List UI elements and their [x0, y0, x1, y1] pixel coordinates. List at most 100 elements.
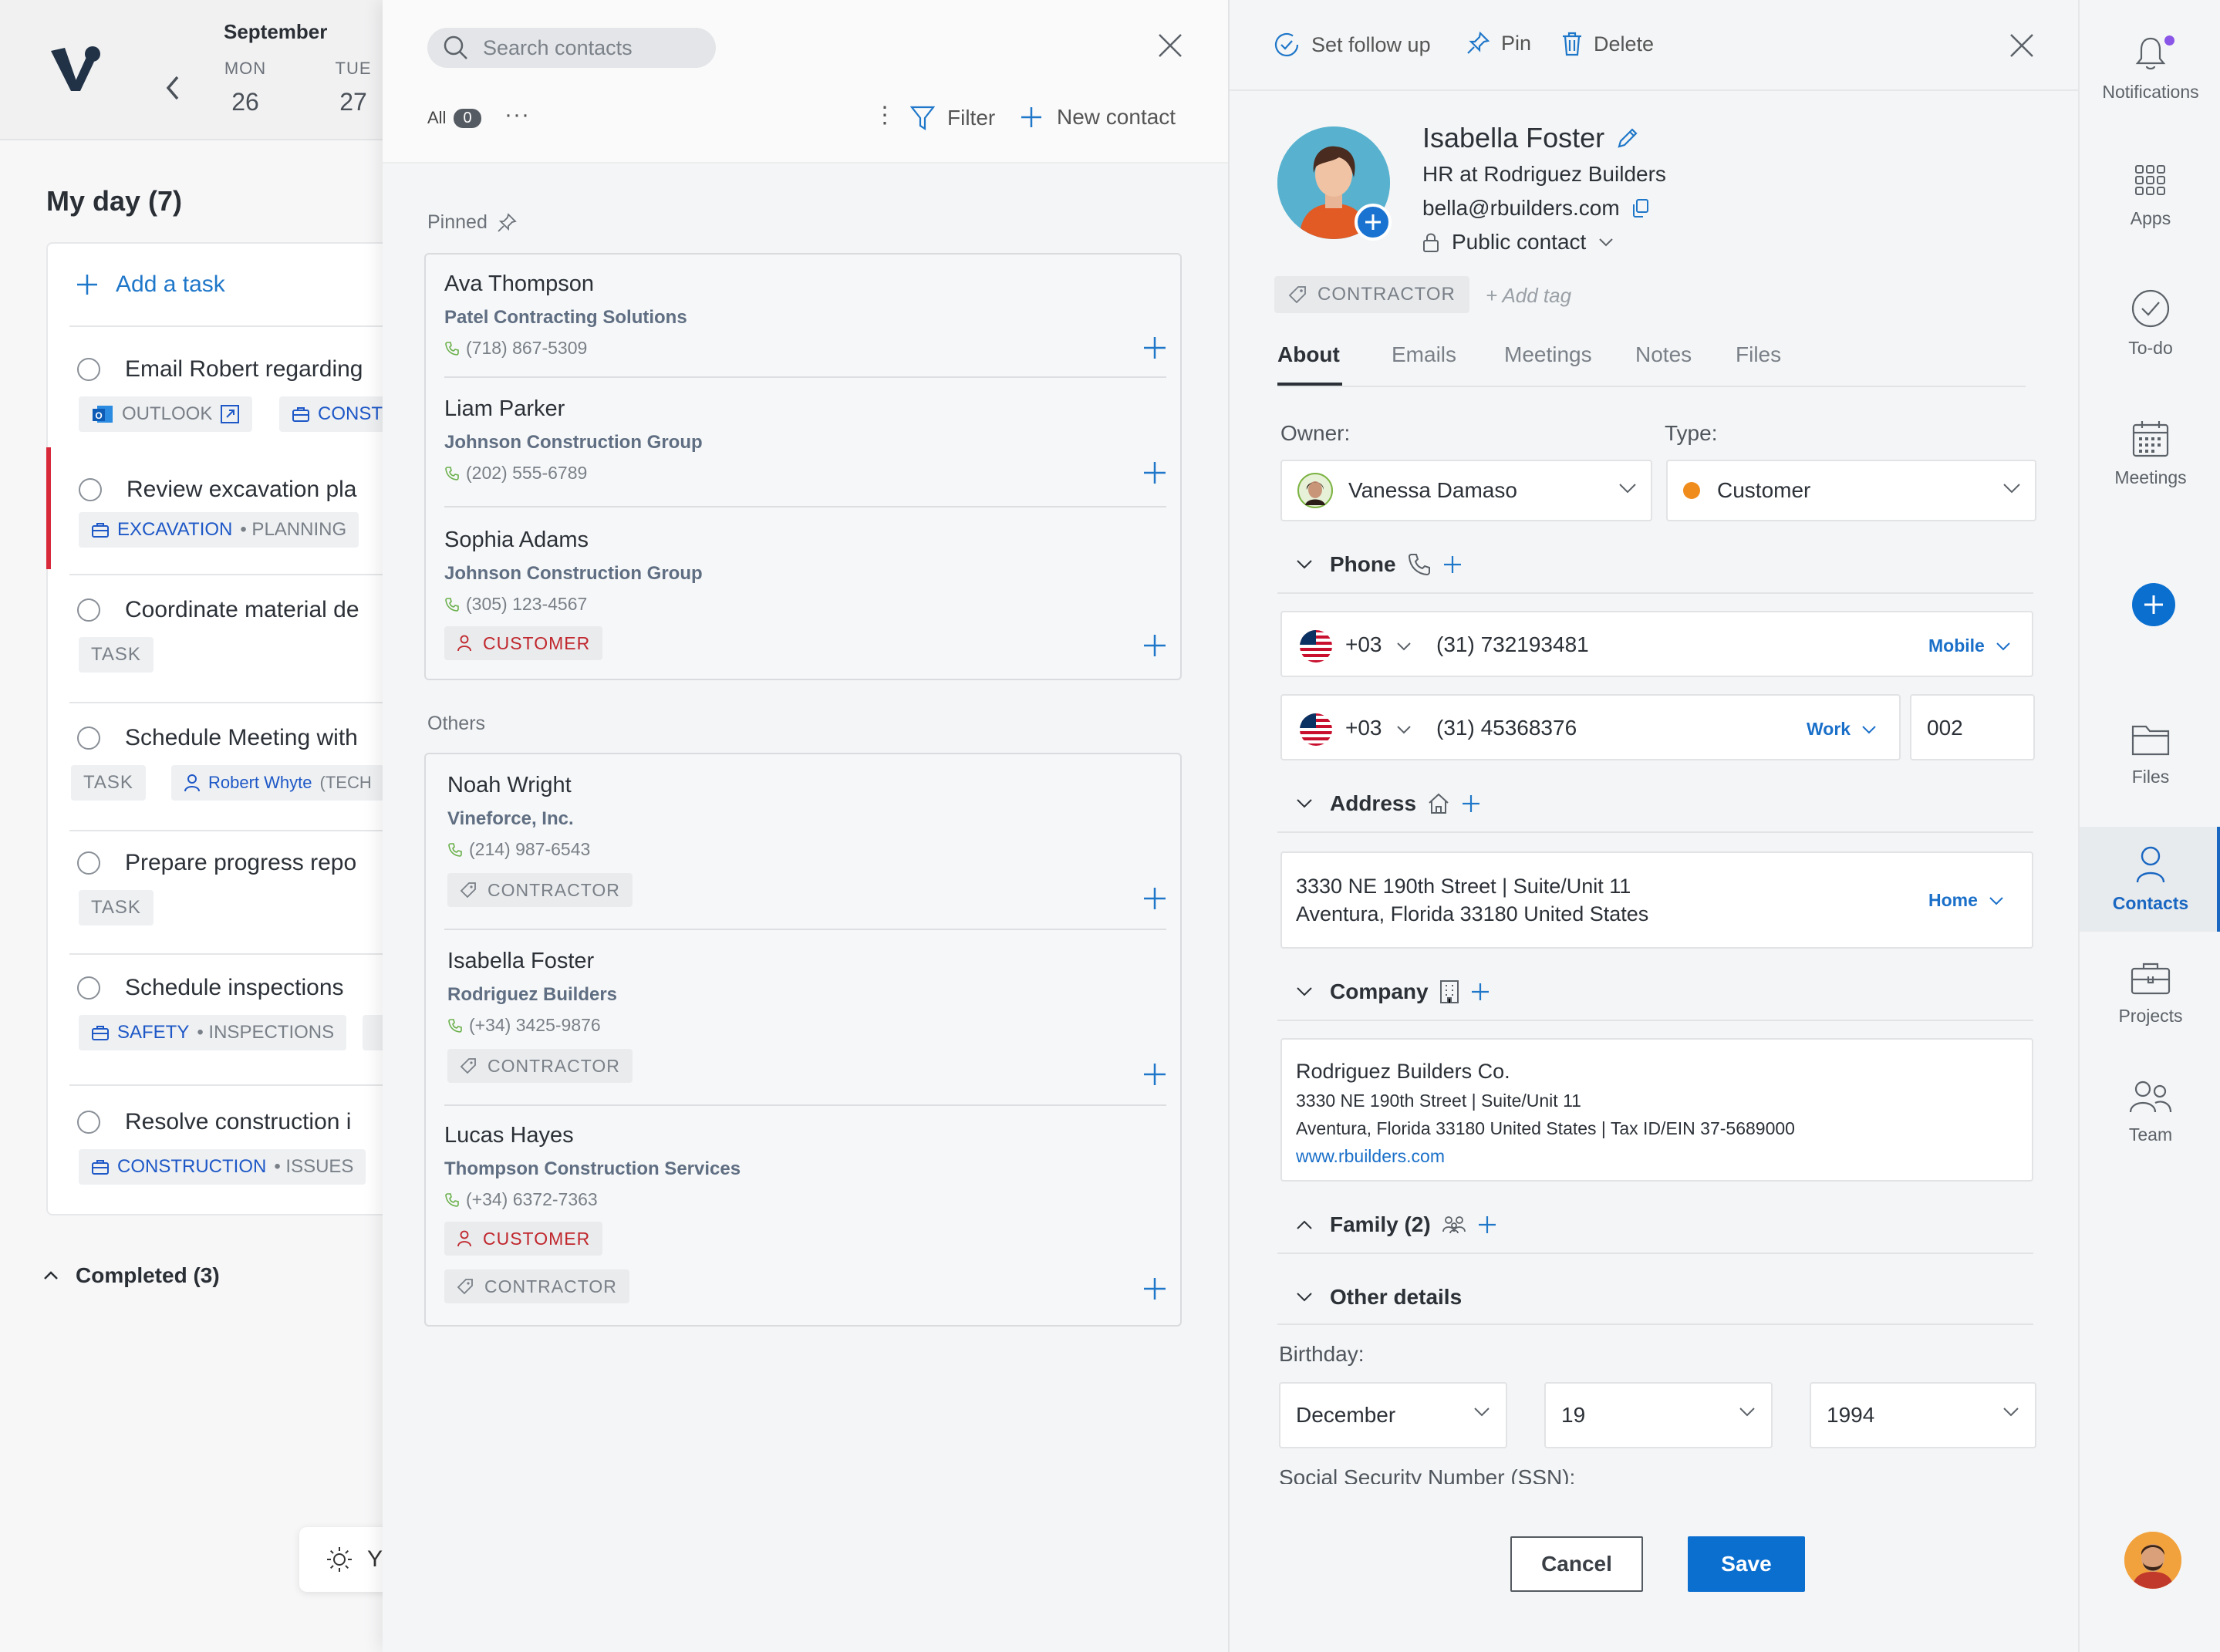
rail-files[interactable]: Files	[2080, 722, 2220, 787]
search-box[interactable]	[427, 28, 716, 68]
extension-field[interactable]: 002	[1910, 694, 2035, 760]
rail-projects[interactable]: Projects	[2080, 961, 2220, 1027]
company-card[interactable]: Rodriguez Builders Co. 3330 NE 190th Str…	[1280, 1038, 2033, 1182]
address-section-header[interactable]: Address	[1296, 791, 1481, 816]
close-contacts-button[interactable]	[1157, 32, 1183, 59]
rail-todo[interactable]: To-do	[2080, 288, 2220, 359]
tab-files[interactable]: Files	[1736, 342, 1781, 367]
add-contact-action-button[interactable]	[1143, 634, 1166, 657]
filter-button[interactable]: Filter	[910, 105, 995, 131]
save-button[interactable]: Save	[1688, 1536, 1805, 1592]
contact-item[interactable]: Liam Parker Johnson Construction Group (…	[426, 378, 1180, 507]
rail-contacts[interactable]: Contacts	[2080, 827, 2220, 932]
add-contact-action-button[interactable]	[1143, 887, 1166, 910]
calendar-day[interactable]: MON 26	[222, 59, 268, 116]
search-input[interactable]	[483, 35, 707, 60]
birthday-year-select[interactable]: 1994	[1810, 1382, 2036, 1448]
address-card[interactable]: 3330 NE 190th Street | Suite/Unit 11 Ave…	[1280, 851, 2033, 949]
add-contact-action-button[interactable]	[1143, 1063, 1166, 1086]
task-chip-project[interactable]: CONST	[279, 396, 383, 432]
contact-item[interactable]: Sophia Adams Johnson Construction Group …	[426, 507, 1180, 679]
country-code-select[interactable]: +03	[1345, 632, 1412, 657]
email-text[interactable]: bella@rbuilders.com	[1422, 196, 1620, 221]
pin-button[interactable]: Pin	[1466, 31, 1531, 56]
tab-about[interactable]: About	[1277, 342, 1340, 367]
phone-number[interactable]: (31) 732193481	[1436, 632, 1589, 657]
add-contact-action-button[interactable]	[1143, 336, 1166, 359]
set-follow-up-button[interactable]: Set follow up	[1273, 31, 1431, 59]
phone-number[interactable]: (31) 45368376	[1436, 716, 1577, 740]
other-details-section-header[interactable]: Other details	[1296, 1285, 1462, 1310]
phone-icon	[1407, 552, 1432, 577]
company-section-header[interactable]: Company	[1296, 979, 1490, 1004]
birthday-day-select[interactable]: 19	[1544, 1382, 1773, 1448]
phone-section-header[interactable]: Phone	[1296, 552, 1463, 577]
task-chip-project[interactable]: CONSTRUCTION • ISSUES	[79, 1149, 366, 1185]
tab-meetings[interactable]: Meetings	[1504, 342, 1592, 367]
add-task-button[interactable]: Add a task	[76, 271, 225, 298]
user-avatar[interactable]	[2124, 1532, 2181, 1589]
family-section-header[interactable]: Family (2)	[1296, 1212, 1497, 1237]
rail-meetings[interactable]: Meetings	[2080, 420, 2220, 488]
add-family-member-button[interactable]	[1477, 1215, 1497, 1235]
task-chip-project[interactable]: EXCAVATION • PLANNING	[79, 512, 359, 548]
visibility-dropdown[interactable]: Public contact	[1422, 230, 1614, 255]
new-contact-button[interactable]: New contact	[1020, 105, 1176, 130]
rail-apps[interactable]: Apps	[2080, 162, 2220, 229]
rail-notifications[interactable]: Notifications	[2080, 35, 2220, 103]
calendar-day[interactable]: TUE 27	[330, 59, 376, 116]
completed-toggle[interactable]: Completed (3)	[43, 1263, 220, 1288]
type-select[interactable]: Customer	[1666, 460, 2036, 521]
copy-icon[interactable]	[1631, 198, 1649, 218]
task-checkbox[interactable]	[77, 851, 100, 875]
phone-row[interactable]: +03 (31) 732193481 Mobile	[1280, 611, 2033, 677]
task-title: Prepare progress repo	[125, 850, 357, 875]
task-checkbox[interactable]	[77, 1111, 100, 1134]
phone-type-select[interactable]: Work	[1807, 719, 1877, 740]
cancel-button[interactable]: Cancel	[1510, 1536, 1643, 1592]
more-options-button[interactable]: ···	[504, 102, 530, 128]
phone-type-select[interactable]: Mobile	[1928, 636, 2011, 656]
quick-add-button[interactable]	[2132, 583, 2175, 626]
theme-toggle-button[interactable]: Y	[299, 1527, 383, 1592]
kebab-menu-button[interactable]: ⋮	[873, 102, 896, 129]
delete-button[interactable]: Delete	[1561, 31, 1654, 57]
task-checkbox[interactable]	[77, 598, 100, 622]
company-website-link[interactable]: www.rbuilders.com	[1296, 1146, 1445, 1167]
edit-pencil-icon[interactable]	[1615, 126, 1640, 150]
birthday-day: 19	[1561, 1403, 1586, 1427]
owner-select[interactable]: Vanessa Damaso	[1280, 460, 1652, 521]
tab-emails[interactable]: Emails	[1392, 342, 1456, 367]
contact-item[interactable]: Noah Wright Vineforce, Inc. (214) 987-65…	[426, 754, 1180, 930]
task-checkbox[interactable]	[77, 976, 100, 1000]
contact-item[interactable]: Lucas Hayes Thompson Construction Servic…	[426, 1106, 1180, 1327]
phone-number: (+34) 6372-7363	[466, 1189, 598, 1209]
add-contact-action-button[interactable]	[1143, 1277, 1166, 1300]
rail-team[interactable]: Team	[2080, 1080, 2220, 1145]
contact-item[interactable]: Isabella Foster Rodriguez Builders (+34)…	[426, 930, 1180, 1106]
chevron-down-icon	[1618, 483, 1637, 494]
contractor-tag[interactable]: CONTRACTOR	[1274, 276, 1469, 313]
add-phone-button[interactable]	[1442, 555, 1463, 575]
previous-week-button[interactable]	[164, 72, 182, 103]
add-contact-action-button[interactable]	[1143, 461, 1166, 484]
change-avatar-button[interactable]	[1355, 204, 1392, 241]
address-type-select[interactable]: Home	[1928, 890, 2004, 911]
task-checkbox[interactable]	[79, 478, 102, 501]
assignee-chip[interactable]: Robert Whyte (TECH	[171, 765, 383, 801]
tab-notes[interactable]: Notes	[1635, 342, 1692, 367]
country-code-select[interactable]: +03	[1345, 716, 1412, 740]
filter-all-tab[interactable]: All 0	[427, 108, 481, 128]
add-tag-button[interactable]: + Add tag	[1486, 284, 1571, 308]
task-chip-project[interactable]: SAFETY • INSPECTIONS	[79, 1015, 347, 1050]
phone-row[interactable]: +03 (31) 45368376 Work	[1280, 694, 1901, 760]
add-company-button[interactable]	[1470, 982, 1490, 1002]
add-address-button[interactable]	[1461, 794, 1481, 814]
task-chip-overflow[interactable]	[363, 1015, 383, 1050]
task-checkbox[interactable]	[77, 727, 100, 750]
contact-item[interactable]: Ava Thompson Patel Contracting Solutions…	[426, 255, 1180, 378]
birthday-month-select[interactable]: December	[1279, 1382, 1507, 1448]
close-detail-button[interactable]	[2009, 32, 2035, 59]
task-chip-outlook[interactable]: O OUTLOOK	[79, 396, 253, 432]
task-checkbox[interactable]	[77, 358, 100, 381]
